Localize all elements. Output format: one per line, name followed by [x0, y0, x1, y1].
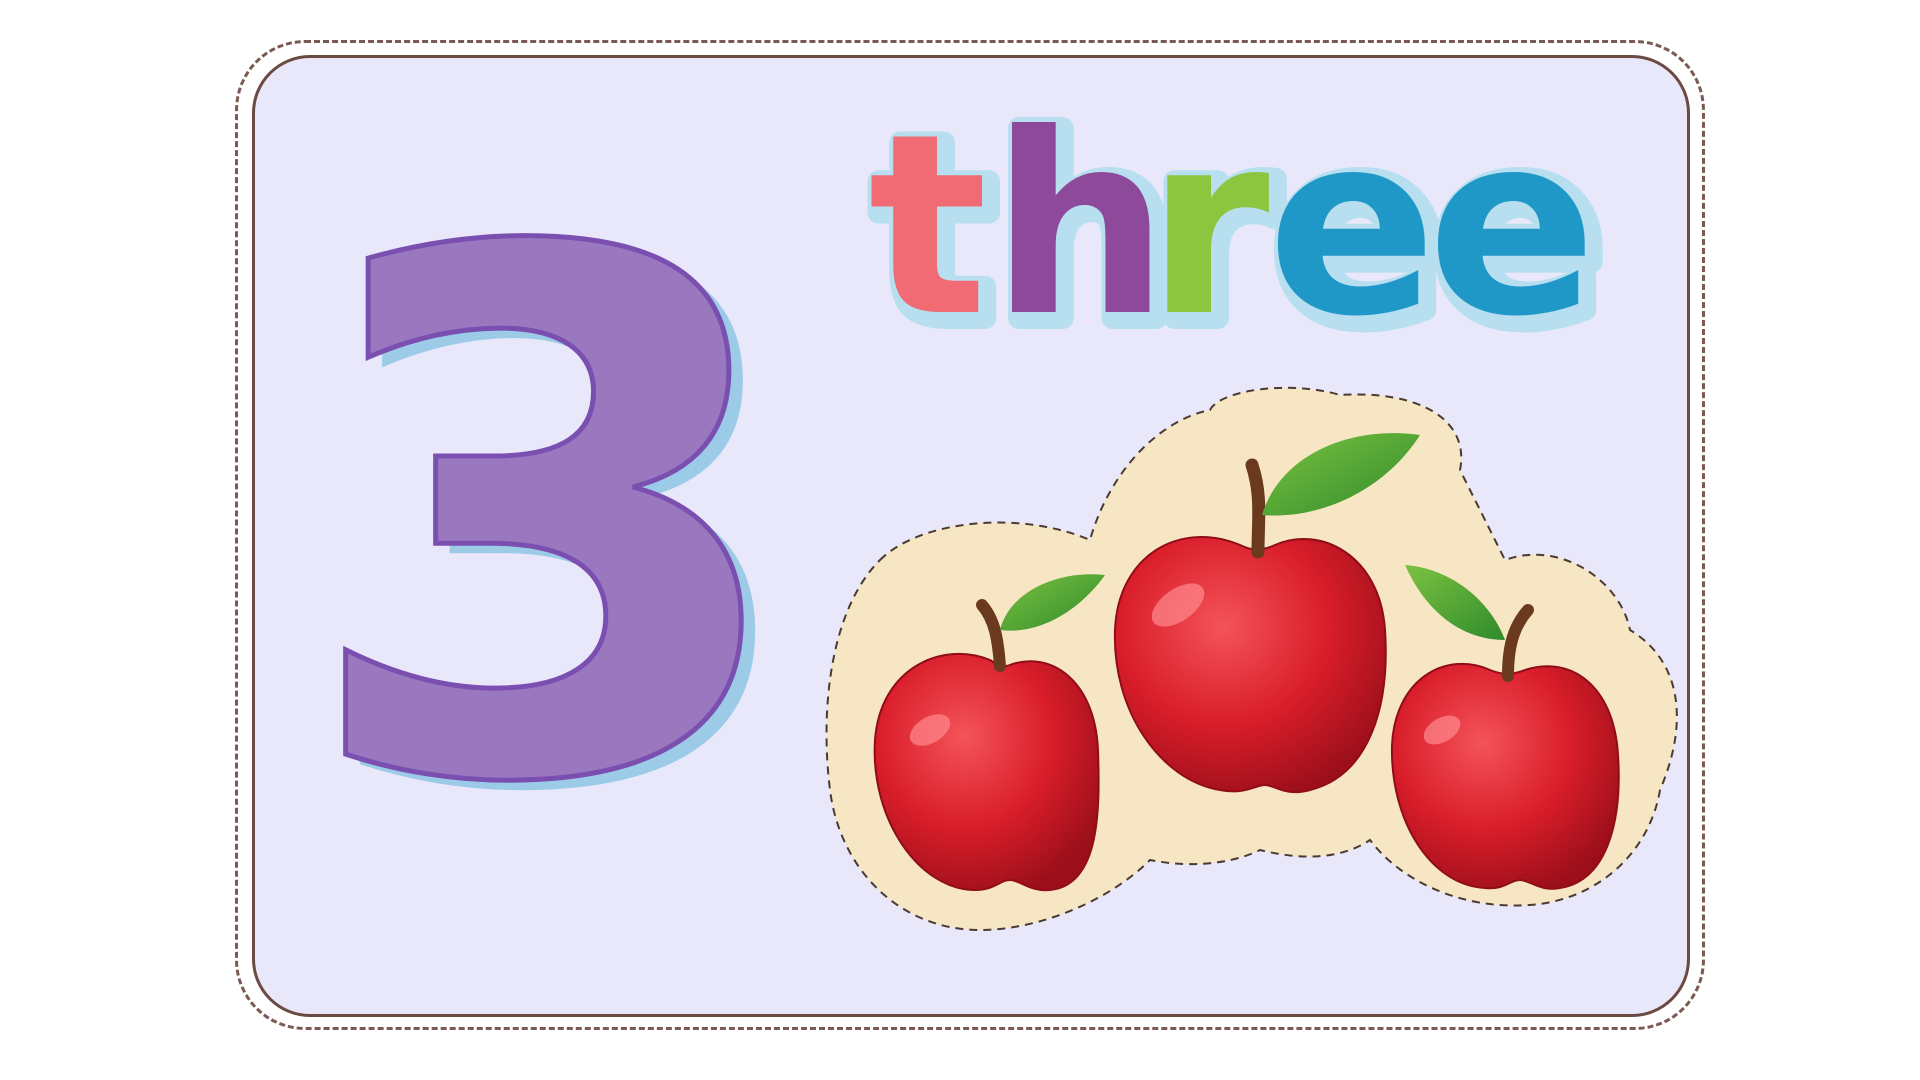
letter-h-text: h [991, 80, 1169, 371]
letter-e2-text: e [1427, 80, 1597, 371]
letter-e-first: e e [1263, 75, 1455, 388]
letter-t: t t [864, 75, 1006, 388]
number-word: t t h h r r e e e e [864, 75, 1615, 388]
letter-r-text: r [1146, 80, 1269, 371]
letter-e-second: e e [1423, 75, 1615, 388]
numeral-text: 3 [298, 102, 799, 940]
flashcard-artwork: 3 3 t t h h r r e e e e [295, 75, 1678, 951]
numeral-three: 3 3 [295, 100, 812, 951]
letter-r: r r [1142, 75, 1287, 388]
letter-e1-text: e [1267, 80, 1437, 371]
flashcard-stage: 3 3 t t h h r r e e e e [0, 0, 1920, 1080]
letter-t-text: t [868, 80, 988, 371]
